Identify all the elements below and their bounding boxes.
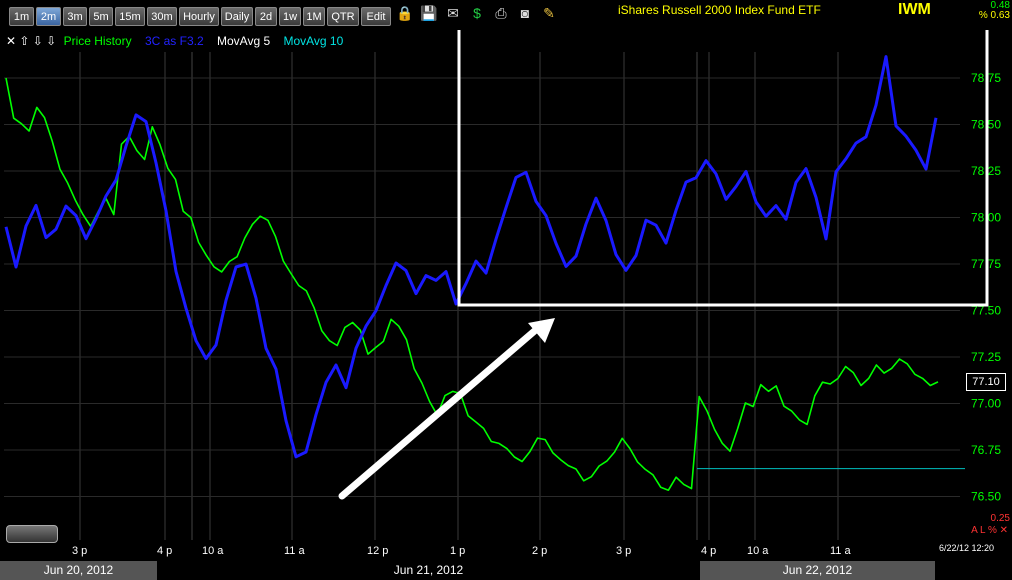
bottom-tools[interactable]: A L % ✕ [971,525,1008,536]
y-tick-label: 77.00 [971,397,1001,411]
folder-lock-icon[interactable]: 🔒 [396,4,414,22]
change-percent: % 0.63 [978,10,1010,21]
toolbar: 1m 2m 3m 5m 15m 30m Hourly Daily 2d 1w 1M QTR Edit 🔒 💾… [0,0,1012,30]
annotation-arrow-shaft [338,324,542,500]
interval-button-30m[interactable]: 30m [147,7,177,26]
legend-item-movavg-10[interactable]: MovAvg 10 [283,34,343,48]
ticker-symbol: IWM [898,1,931,18]
y-tick-label: 76.75 [971,443,1001,457]
series-price-history [5,77,939,491]
pencil-icon[interactable]: ✎ [540,4,558,22]
dollar-icon[interactable]: $ [468,4,486,22]
interval-button-edit[interactable]: Edit [361,7,391,26]
date-label: Jun 22, 2012 [700,561,935,580]
interval-button-hourly[interactable]: Hourly [179,7,219,26]
x-tick-label: 3 p [616,545,632,557]
legend-item-3c[interactable]: 3C as F3.2 [145,34,204,48]
series-3c [4,55,938,459]
scroll-handle[interactable] [6,525,58,543]
bottom-value: 0.25 [990,513,1010,524]
interval-button-1m[interactable]: 1m [9,7,34,26]
date-label: Jun 21, 2012 [157,561,700,580]
x-tick-label: 11 a [830,545,851,557]
interval-button-2d[interactable]: 2d [255,7,277,26]
last-price-badge: 77.10 [966,373,1006,391]
chart-title: iShares Russell 2000 Index Fund ETF [618,3,821,17]
interval-button-3m[interactable]: 3m [63,7,87,26]
date-bar: Jun 20, 2012 Jun 21, 2012 Jun 22, 2012 [0,561,1012,580]
interval-button-5m[interactable]: 5m [89,7,113,26]
x-tick-label: 2 p [532,545,548,557]
x-tick-label: 1 p [450,545,466,557]
x-tick-label: 4 p [701,545,717,557]
interval-button-2m[interactable]: 2m [36,7,61,26]
timestamp: 6/22/12 12:20 [938,543,994,553]
interval-button-qtr[interactable]: QTR [327,7,359,26]
annotation-box [457,13,989,307]
legend-nav-arrows[interactable]: ✕ ⇧ ⇩ ⇩ [6,34,56,48]
x-tick-label: 10 a [747,545,769,557]
print-icon[interactable]: ⎙ [492,4,510,22]
x-tick-label: 3 p [72,545,88,557]
x-tick-label: 12 p [367,545,389,557]
interval-button-daily[interactable]: Daily [221,7,253,26]
y-tick-label: 77.25 [971,350,1001,364]
time-axis: 3 p 4 p 10 a 11 a 12 p 1 p 2 p 3 p 4 p 10 a 11 a [0,542,1012,560]
camera-icon[interactable]: ◙ [516,4,534,22]
y-tick-label: 76.50 [971,490,1001,504]
save-icon[interactable]: 💾 [420,4,438,22]
x-tick-label: 10 a [202,545,224,557]
date-label: Jun 20, 2012 [0,561,157,580]
interval-button-1m[interactable]: 1M [303,7,325,26]
interval-button-15m[interactable]: 15m [115,7,145,26]
email-icon[interactable]: ✉ [444,4,462,22]
price-chart: 78.7578.5078.2578.0077.7577.5077.2577.00… [4,13,1001,540]
legend-item-movavg-5[interactable]: MovAvg 5 [217,34,270,48]
interval-button-1w[interactable]: 1w [279,7,301,26]
legend-item-price-history[interactable]: Price History [64,34,132,48]
x-tick-label: 11 a [284,545,305,557]
legend: ✕ ⇧ ⇩ ⇩ Price History 3C as F3.2 MovAvg … [6,34,353,50]
x-tick-label: 4 p [157,545,173,557]
